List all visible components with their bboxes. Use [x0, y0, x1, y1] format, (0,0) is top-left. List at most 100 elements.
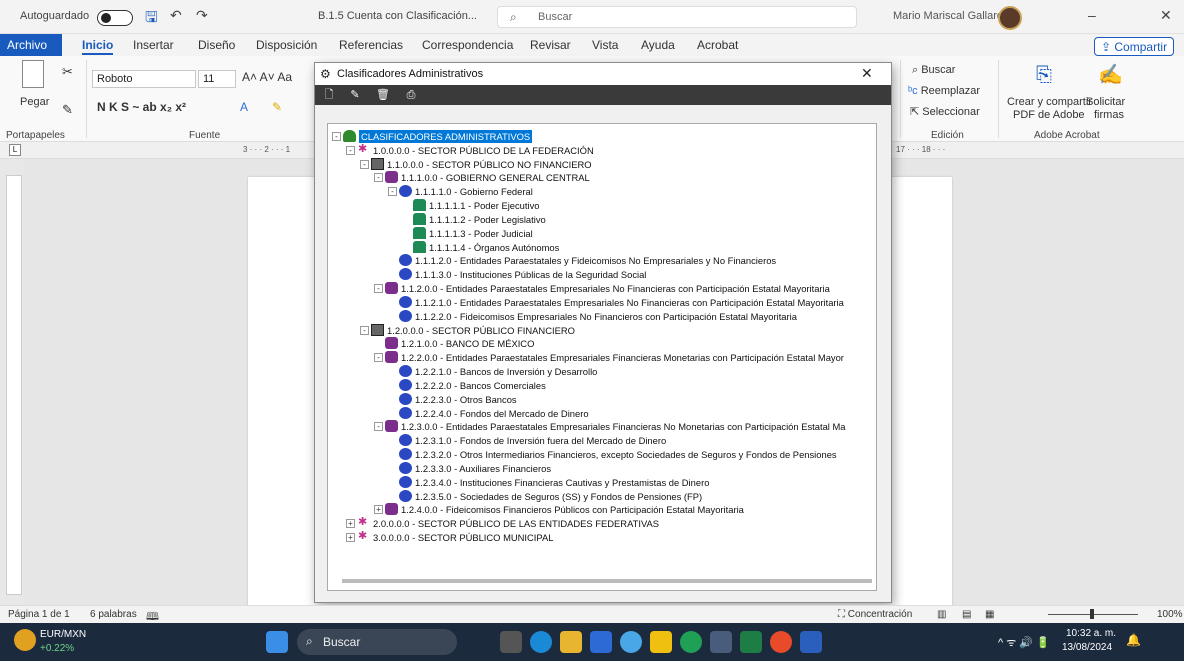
widget-icon[interactable] [14, 629, 36, 651]
dialog-close-button[interactable]: ✕ [861, 65, 873, 82]
horizontal-scrollbar[interactable] [342, 579, 872, 583]
zoom-level[interactable]: 100% [1157, 609, 1183, 620]
menu-inicio[interactable]: Inicio [82, 38, 114, 55]
clasificadores-dialog: ⚙ Clasificadores Administrativos ✕ 🗋 ✎ 🗑… [314, 62, 892, 603]
paste-icon[interactable] [22, 60, 44, 88]
title-search-box[interactable]: ⌕ Buscar [497, 6, 857, 28]
edge-icon[interactable] [530, 631, 552, 653]
format-painter-icon[interactable]: ✎ [62, 102, 73, 118]
taskbar-search[interactable]: ⌕ Buscar [297, 629, 457, 655]
menu-vista[interactable]: Vista [592, 38, 618, 52]
menu-revisar[interactable]: Revisar [530, 38, 571, 52]
minimize-icon[interactable]: – [1088, 7, 1096, 23]
expand-icon[interactable]: + [346, 533, 355, 543]
collapse-icon[interactable]: - [374, 173, 383, 183]
menu-insertar[interactable]: Insertar [133, 38, 174, 52]
highlight-icon[interactable]: ✎ [272, 100, 282, 114]
tree-node-label: 1.2.3.0.0 - Entidades Paraestatales Empr… [401, 421, 846, 433]
app-green-icon[interactable] [680, 631, 702, 653]
focus-mode[interactable]: ⛶ Concentración [838, 609, 912, 620]
close-window-icon[interactable]: ✕ [1160, 7, 1172, 24]
format-buttons[interactable]: N K S ~ ab x₂ x² [97, 100, 186, 114]
tree-node-label: 1.2.2.3.0 - Otros Bancos [415, 393, 517, 405]
menu-correspondencia[interactable]: Correspondencia [422, 38, 513, 52]
zoom-handle[interactable] [1090, 609, 1094, 619]
explorer-icon[interactable] [560, 631, 582, 653]
font-name-select[interactable]: Roboto [92, 70, 196, 88]
delete-icon[interactable]: 🗑 [375, 87, 391, 103]
web-layout-icon[interactable]: ▦ [985, 609, 994, 620]
menu-ayuda[interactable]: Ayuda [641, 38, 675, 52]
help-icon[interactable] [620, 631, 642, 653]
select-label: Seleccionar [922, 106, 980, 118]
font-size-select[interactable]: 11 [198, 70, 236, 88]
excel-icon[interactable] [740, 631, 762, 653]
request-label[interactable]: Solicitar [1086, 96, 1125, 108]
store-icon[interactable] [590, 631, 612, 653]
task-view-icon[interactable] [500, 631, 522, 653]
collapse-icon[interactable]: - [346, 145, 355, 155]
page-count[interactable]: Página 1 de 1 [8, 609, 70, 620]
pdf-adobe-label[interactable]: PDF de Adobe [1013, 109, 1085, 121]
tray-icons[interactable]: ^ ᯤ 🔊 🔋 [998, 635, 1050, 650]
collapse-icon[interactable]: - [332, 132, 341, 141]
user-name[interactable]: Mario Mariscal Gallardo [893, 10, 1009, 22]
collapse-icon[interactable]: - [374, 353, 383, 363]
sticky-notes-icon[interactable] [650, 631, 672, 653]
tree-node-label: 1.1.1.1.0 - Gobierno Federal [415, 186, 533, 198]
paste-label[interactable]: Pegar [20, 96, 49, 108]
globe-icon [399, 295, 412, 308]
expand-icon[interactable]: + [346, 519, 355, 529]
search-placeholder: Buscar [538, 11, 573, 23]
word-icon[interactable] [800, 631, 822, 653]
menu-disposicion[interactable]: Disposición [256, 38, 317, 52]
menu-referencias[interactable]: Referencias [339, 38, 403, 52]
collapse-icon[interactable]: - [388, 187, 397, 197]
request-signature-icon[interactable]: ✍ [1098, 62, 1123, 87]
print-icon[interactable]: ⎙ [403, 87, 419, 103]
new-icon[interactable]: 🗋 [321, 87, 337, 103]
collapse-icon[interactable]: - [374, 284, 383, 294]
tree-view[interactable]: -CLASIFICADORES ADMINISTRATIVOS-1.0.0.0.… [327, 123, 877, 591]
save-icon[interactable]: 🖫 [145, 7, 158, 32]
find-button[interactable]: ⌕ Buscar [912, 64, 955, 77]
read-mode-icon[interactable]: ▥ [937, 609, 946, 620]
tree-node-label: 1.1.2.0.0 - Entidades Paraestatales Empr… [401, 283, 830, 295]
globe-icon [399, 448, 412, 461]
word-count[interactable]: 6 palabras [90, 609, 137, 620]
text-effects-icon[interactable]: A [240, 100, 248, 114]
create-share-label[interactable]: Crear y compartir [1007, 96, 1092, 108]
undo-icon[interactable]: ↶ [170, 7, 182, 24]
dialog-title-bar[interactable]: ⚙ Clasificadores Administrativos ✕ [315, 63, 891, 85]
currency-pair[interactable]: EUR/MXN [40, 629, 86, 640]
autosave-toggle[interactable] [97, 10, 133, 26]
clock-date[interactable]: 13/08/2024 [1062, 642, 1112, 653]
expand-icon[interactable]: + [374, 505, 383, 515]
document-title[interactable]: B.1.5 Cuenta con Clasificación... [318, 10, 477, 22]
print-layout-icon[interactable]: ▤ [962, 609, 971, 620]
menu-archivo[interactable]: Archivo [0, 34, 62, 56]
select-button[interactable]: ⇱ Seleccionar [910, 105, 980, 118]
classifier-app-icon[interactable] [710, 631, 732, 653]
grow-font-icon[interactable]: A˄ A˅ Aa [242, 70, 292, 84]
notification-icon[interactable]: 🔔 [1126, 633, 1141, 647]
menu-acrobat[interactable]: Acrobat [697, 38, 738, 52]
tree-node-label: 1.2.3.5.0 - Sociedades de Seguros (SS) y… [415, 490, 703, 502]
clock-time[interactable]: 10:32 a. m. [1066, 628, 1116, 639]
start-icon[interactable] [266, 631, 288, 653]
collapse-icon[interactable]: - [360, 159, 369, 169]
signatures-label[interactable]: firmas [1094, 109, 1124, 121]
create-pdf-icon[interactable]: ⎘ [1036, 64, 1052, 87]
avatar[interactable] [998, 6, 1022, 30]
tree-node-label: 1.2.1.0.0 - BANCO DE MÉXICO [401, 338, 535, 350]
chrome-icon[interactable] [770, 631, 792, 653]
edit-icon[interactable]: ✎ [347, 87, 363, 103]
menu-diseno[interactable]: Diseño [198, 38, 235, 52]
collapse-icon[interactable]: - [374, 422, 383, 432]
cut-icon[interactable]: ✂ [62, 64, 73, 80]
replace-button[interactable]: ᵇc Reemplazar [908, 85, 980, 97]
collapse-icon[interactable]: - [360, 325, 369, 335]
share-button[interactable]: ⇪ Compartir [1094, 37, 1174, 56]
redo-icon[interactable]: ↷ [196, 7, 208, 24]
tab-stop-icon[interactable]: L [9, 144, 21, 156]
